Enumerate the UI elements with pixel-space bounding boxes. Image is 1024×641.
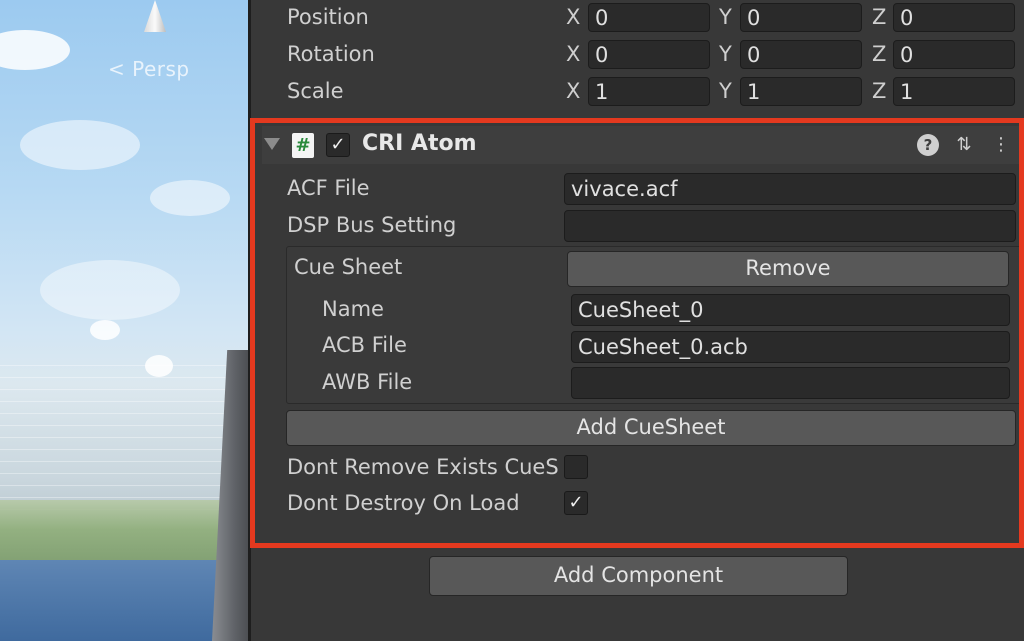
ground-grid <box>0 360 250 510</box>
cloud <box>20 120 140 170</box>
cloud <box>150 180 230 216</box>
orientation-gizmo[interactable] <box>144 0 166 32</box>
rotation-z-field[interactable]: 0 <box>893 40 1015 69</box>
cloud <box>40 260 180 320</box>
position-y-label[interactable]: Y <box>719 5 732 29</box>
component-highlight-frame <box>250 118 1024 548</box>
scene-view[interactable]: < Persp <box>0 0 250 641</box>
water <box>0 560 250 641</box>
add-component-button[interactable]: Add Component <box>429 556 848 596</box>
rotation-y-field[interactable]: 0 <box>740 40 862 69</box>
position-x-field[interactable]: 0 <box>588 3 710 32</box>
scale-z-field[interactable]: 1 <box>893 77 1015 106</box>
position-x-label[interactable]: X <box>566 5 580 29</box>
rotation-x-field[interactable]: 0 <box>588 40 710 69</box>
rotation-y-label[interactable]: Y <box>719 42 732 66</box>
rotation-x-label[interactable]: X <box>566 42 580 66</box>
position-label: Position <box>287 5 369 29</box>
rotation-z-label[interactable]: Z <box>872 42 886 66</box>
rotation-label: Rotation <box>287 42 375 66</box>
scale-x-label[interactable]: X <box>566 79 580 103</box>
tree-line <box>0 500 250 560</box>
scale-x-field[interactable]: 1 <box>588 77 710 106</box>
projection-label[interactable]: < Persp <box>108 57 190 81</box>
scale-y-field[interactable]: 1 <box>740 77 862 106</box>
position-z-label[interactable]: Z <box>872 5 886 29</box>
cloud <box>90 320 120 340</box>
scale-y-label[interactable]: Y <box>719 79 732 103</box>
position-z-field[interactable]: 0 <box>893 3 1015 32</box>
scale-z-label[interactable]: Z <box>872 79 886 103</box>
position-y-field[interactable]: 0 <box>740 3 862 32</box>
scale-label: Scale <box>287 79 344 103</box>
cloud <box>0 30 70 70</box>
